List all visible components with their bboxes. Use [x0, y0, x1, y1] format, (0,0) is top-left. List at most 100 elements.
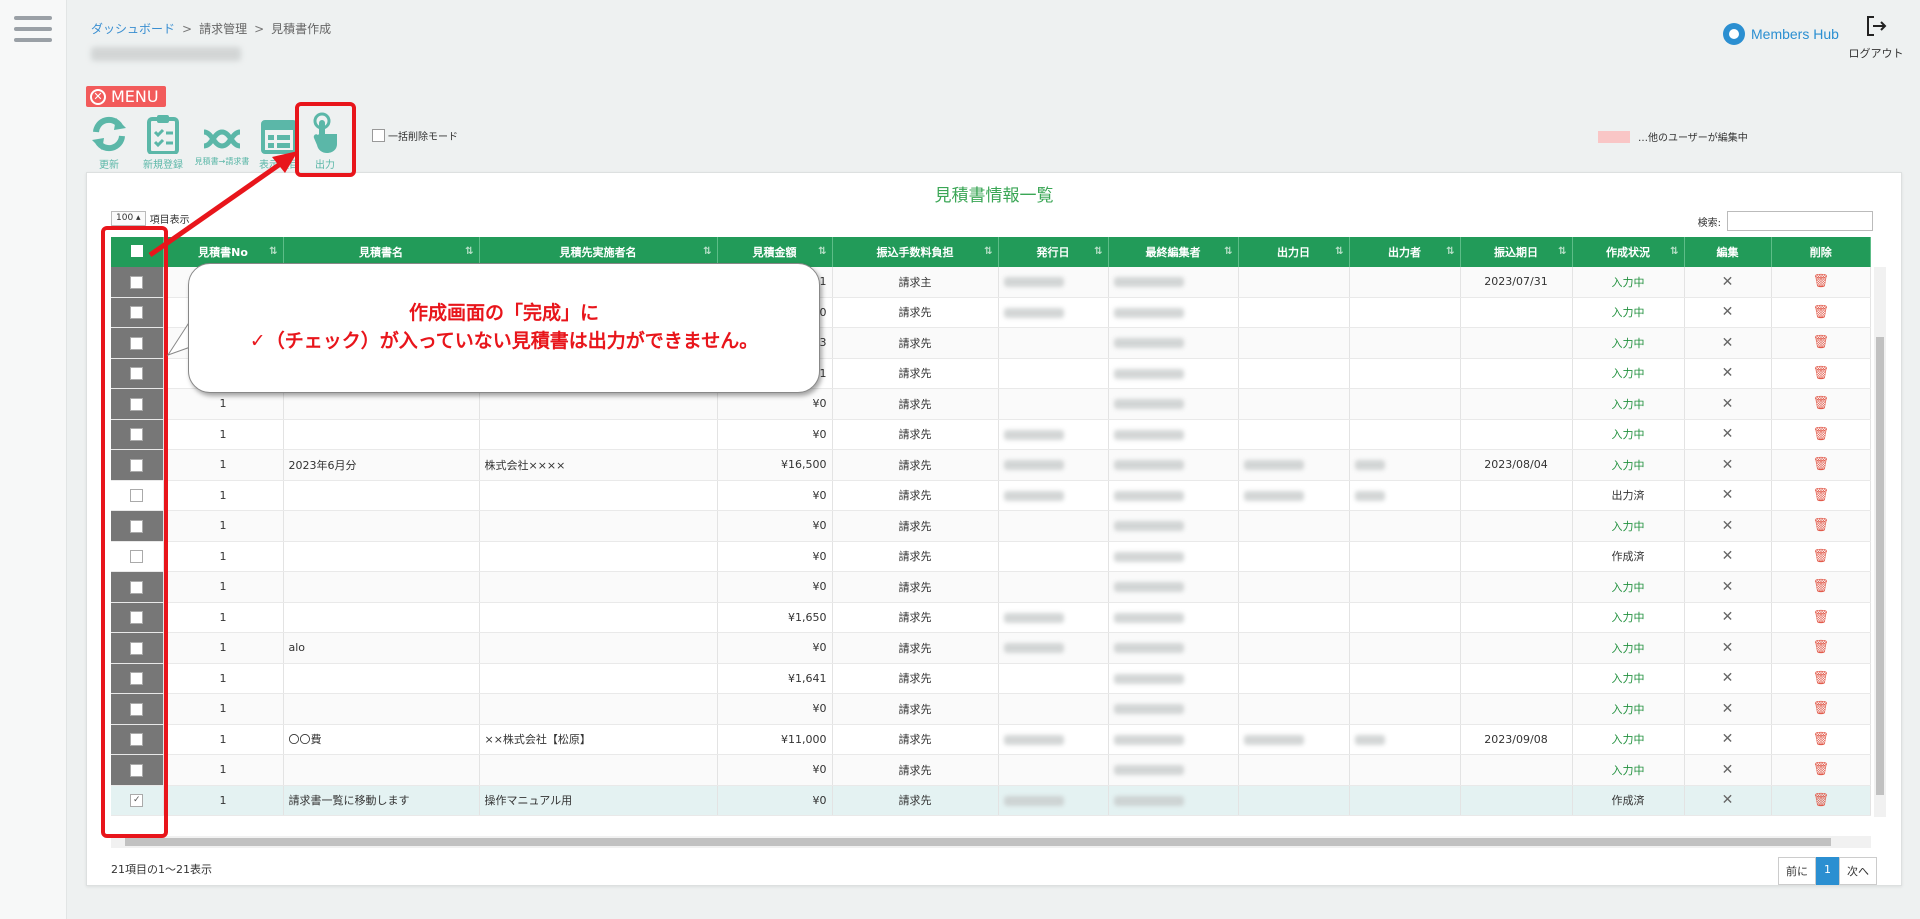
prev-page-button[interactable]: 前に	[1778, 857, 1816, 885]
delete-trash-icon[interactable]: 🗑	[1812, 793, 1829, 808]
edit-wrench-icon[interactable]: ✕	[1722, 518, 1734, 534]
refresh-button[interactable]: 更新	[81, 112, 137, 171]
delete-trash-icon[interactable]: 🗑	[1812, 335, 1829, 350]
convert-to-invoice-button[interactable]: 見積書→請求書	[194, 112, 250, 167]
blurred-value	[1113, 582, 1184, 593]
cell-output-by	[1349, 267, 1461, 298]
delete-trash-icon[interactable]: 🗑	[1812, 732, 1829, 747]
menu-toggle-button[interactable]: ✕ MENU	[86, 86, 166, 107]
delete-trash-icon[interactable]: 🗑	[1812, 366, 1829, 381]
cell-estimate-name: alo	[283, 632, 480, 664]
delete-trash-icon[interactable]: 🗑	[1812, 610, 1829, 625]
header-editor[interactable]: 最終編集者 ⇅	[1108, 237, 1239, 267]
cell-client	[479, 388, 718, 420]
edit-wrench-icon[interactable]: ✕	[1722, 396, 1734, 412]
blurred-value	[1243, 460, 1304, 471]
edit-wrench-icon[interactable]: ✕	[1722, 731, 1734, 747]
page-1-button[interactable]: 1	[1816, 857, 1839, 885]
delete-trash-icon[interactable]: 🗑	[1812, 701, 1829, 716]
header-status[interactable]: 作成状況 ⇅	[1572, 237, 1685, 267]
edit-wrench-icon[interactable]: ✕	[1722, 304, 1734, 320]
bulk-delete-checkbox[interactable]	[372, 129, 385, 142]
table-row[interactable]: 1 ¥0 請求先 入力中 ✕ 🗑	[111, 693, 1871, 725]
edit-wrench-icon[interactable]: ✕	[1722, 609, 1734, 625]
delete-trash-icon[interactable]: 🗑	[1812, 396, 1829, 411]
table-row[interactable]: 1 ¥0 請求先 入力中 ✕ 🗑	[111, 571, 1871, 603]
breadcrumb-dashboard[interactable]: ダッシュボード	[91, 22, 175, 36]
cell-amount: ¥0	[717, 571, 833, 603]
header-fee[interactable]: 振込手数料負担 ⇅	[832, 237, 999, 267]
cell-output-date	[1238, 358, 1350, 389]
edit-wrench-icon[interactable]: ✕	[1722, 426, 1734, 442]
edit-wrench-icon[interactable]: ✕	[1722, 579, 1734, 595]
table-row[interactable]: 1 ¥1,641 請求先 入力中 ✕ 🗑	[111, 663, 1871, 694]
delete-trash-icon[interactable]: 🗑	[1812, 305, 1829, 320]
edit-wrench-icon[interactable]: ✕	[1722, 457, 1734, 473]
checkbox-column-highlight	[101, 226, 168, 838]
vertical-scrollbar[interactable]	[1874, 267, 1886, 817]
blurred-value	[1113, 521, 1184, 532]
table-row[interactable]: 1 ¥1,650 請求先 入力中 ✕ 🗑	[111, 602, 1871, 633]
cell-editor	[1108, 663, 1239, 694]
blurred-value	[1243, 734, 1304, 745]
cell-output-date	[1238, 267, 1350, 298]
delete-trash-icon[interactable]: 🗑	[1812, 274, 1829, 289]
delete-trash-icon[interactable]: 🗑	[1812, 518, 1829, 533]
cell-editor	[1108, 510, 1239, 542]
delete-trash-icon[interactable]: 🗑	[1812, 488, 1829, 503]
delete-trash-icon[interactable]: 🗑	[1812, 427, 1829, 442]
bulk-delete-toggle[interactable]: 一括削除モード	[372, 128, 458, 143]
header-issued[interactable]: 発行日 ⇅	[998, 237, 1109, 267]
header-due[interactable]: 振込期日 ⇅	[1460, 237, 1573, 267]
delete-trash-icon[interactable]: 🗑	[1812, 579, 1829, 594]
delete-trash-icon[interactable]: 🗑	[1812, 671, 1829, 686]
cell-output-by	[1349, 480, 1461, 511]
new-register-button[interactable]: 新規登録	[135, 112, 191, 171]
cell-fee: 請求先	[832, 419, 999, 450]
delete-trash-icon[interactable]: 🗑	[1812, 549, 1829, 564]
search-input[interactable]	[1727, 211, 1873, 231]
header-output-date[interactable]: 出力日 ⇅	[1238, 237, 1350, 267]
table-row[interactable]: 1 2023年6月分 株式会社×××× ¥16,500 請求先 2023/08/04 入力中…	[111, 449, 1871, 481]
cell-status: 入力中	[1572, 602, 1685, 633]
delete-trash-icon[interactable]: 🗑	[1812, 640, 1829, 655]
cell-fee: 請求先	[832, 449, 999, 481]
edit-wrench-icon[interactable]: ✕	[1722, 487, 1734, 503]
horizontal-scrollbar[interactable]	[111, 836, 1871, 848]
table-row[interactable]: 1 ¥0 請求先 入力中 ✕ 🗑	[111, 388, 1871, 420]
delete-trash-icon[interactable]: 🗑	[1812, 762, 1829, 777]
cell-due	[1460, 327, 1573, 359]
table-row[interactable]: 1 ¥0 請求先 入力中 ✕ 🗑	[111, 419, 1871, 450]
next-page-button[interactable]: 次へ	[1839, 857, 1877, 885]
table-row[interactable]: 1 ¥0 請求先 入力中 ✕ 🗑	[111, 754, 1871, 786]
cell-output-date	[1238, 419, 1350, 450]
edit-wrench-icon[interactable]: ✕	[1722, 701, 1734, 717]
breadcrumb-billing[interactable]: 請求管理	[199, 22, 247, 36]
cell-client	[479, 632, 718, 664]
logout-button[interactable]: ログアウト	[1846, 14, 1906, 61]
blurred-value	[1003, 307, 1064, 318]
table-row[interactable]: ✓ 1 請求書一覧に移動します 操作マニュアル用 ¥0 請求先 作成済 ✕ 🗑	[111, 785, 1871, 816]
table-row[interactable]: 1 alo ¥0 請求先 入力中 ✕ 🗑	[111, 632, 1871, 664]
table-row[interactable]: 1 〇〇費 ××株式会社【松原】 ¥11,000 請求先 2023/09/08 入力中 ✕ 🗑	[111, 724, 1871, 755]
edit-wrench-icon[interactable]: ✕	[1722, 640, 1734, 656]
hamburger-menu-icon[interactable]	[14, 16, 52, 42]
edit-wrench-icon[interactable]: ✕	[1722, 792, 1734, 808]
cell-output-by	[1349, 693, 1461, 725]
edit-wrench-icon[interactable]: ✕	[1722, 274, 1734, 290]
table-row[interactable]: 1 ¥0 請求先 出力済 ✕ 🗑	[111, 480, 1871, 511]
cell-fee: 請求先	[832, 632, 999, 664]
page-length-select[interactable]: 100 ▴	[111, 211, 146, 226]
cell-delete: 🗑	[1771, 571, 1871, 603]
delete-trash-icon[interactable]: 🗑	[1812, 457, 1829, 472]
cell-estimate-name	[283, 571, 480, 603]
edit-wrench-icon[interactable]: ✕	[1722, 365, 1734, 381]
table-row[interactable]: 1 ¥0 請求先 入力中 ✕ 🗑	[111, 510, 1871, 542]
edit-wrench-icon[interactable]: ✕	[1722, 548, 1734, 564]
cell-amount: ¥16,500	[717, 449, 833, 481]
edit-wrench-icon[interactable]: ✕	[1722, 670, 1734, 686]
edit-wrench-icon[interactable]: ✕	[1722, 762, 1734, 778]
table-row[interactable]: 1 ¥0 請求先 作成済 ✕ 🗑	[111, 541, 1871, 572]
edit-wrench-icon[interactable]: ✕	[1722, 335, 1734, 351]
header-output-by[interactable]: 出力者 ⇅	[1349, 237, 1461, 267]
